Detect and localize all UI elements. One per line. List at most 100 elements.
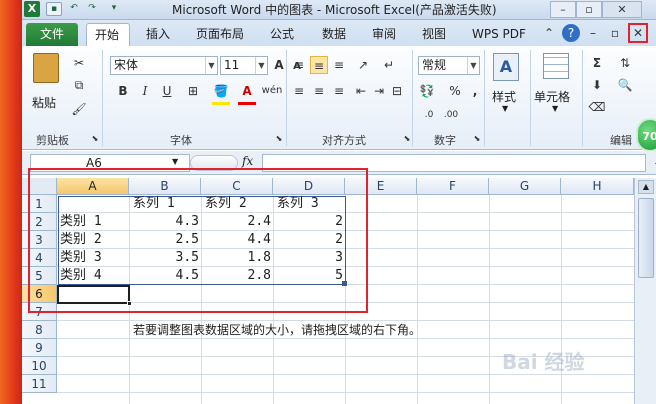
column-header-a[interactable]: A [57,178,129,195]
column-header-b[interactable]: B [129,178,201,195]
tab-page-layout[interactable]: 页面布局 [188,23,252,46]
formula-handle[interactable] [190,155,238,171]
row-header[interactable]: 7 [22,303,57,321]
align-left-icon[interactable]: ≡ [290,82,308,100]
scroll-up-arrow[interactable]: ▲ [638,180,654,194]
font-color-icon[interactable]: A [238,82,256,100]
orientation-icon[interactable]: ↗ [354,56,372,74]
row-header[interactable]: 5 [22,267,57,285]
row-header[interactable]: 9 [22,339,57,357]
chevron-down-icon[interactable]: ▼ [255,57,267,74]
column-header-g[interactable]: G [489,178,561,195]
row-header[interactable]: 4 [22,249,57,267]
row-header[interactable]: 1 [22,195,57,213]
sort-filter-icon[interactable]: ⇅ [616,54,634,72]
format-painter-icon[interactable]: 🖌 [70,100,88,118]
active-cell[interactable] [57,285,130,304]
row-header[interactable]: 10 [22,357,57,375]
border-icon[interactable]: ⊞ [184,82,202,100]
tab-formulas[interactable]: 公式 [262,23,302,46]
increase-indent-icon[interactable]: ⇥ [370,82,388,100]
scroll-thumb[interactable] [638,198,654,278]
tab-home[interactable]: 开始 [86,23,130,46]
font-name-combo[interactable]: 宋体 ▼ [110,56,218,75]
chevron-down-icon[interactable]: ▼ [467,57,479,74]
paste-button[interactable] [28,52,64,100]
value-cell[interactable]: 2 [273,213,345,231]
font-size-combo[interactable]: 11 ▼ [220,56,268,75]
number-format-combo[interactable]: 常规 ▼ [418,56,480,75]
doc-minimize-icon[interactable]: – [584,24,602,42]
help-icon[interactable]: ? [562,24,580,42]
column-header-h[interactable]: H [561,178,634,195]
row-header[interactable]: 11 [22,375,57,393]
value-cell[interactable]: 4.4 [201,231,273,249]
spreadsheet-grid[interactable]: A B C D E F G H 1 2 3 4 5 6 7 8 9 10 11 … [22,168,634,404]
increase-decimal-icon[interactable]: .0 [420,106,438,124]
currency-icon[interactable]: 💱 [418,82,436,100]
save-icon[interactable]: ▪ [46,2,62,16]
fill-handle[interactable] [127,301,132,306]
autosum-icon[interactable]: Σ [588,54,606,72]
merge-center-icon[interactable]: ⊟ [388,82,406,100]
value-cell[interactable]: 2.4 [201,213,273,231]
value-cell[interactable]: 5 [273,267,345,285]
category-cell[interactable]: 类别 3 [58,249,129,267]
italic-button[interactable]: I [136,82,154,100]
expand-formula-icon[interactable]: ⌄ [648,154,656,172]
name-box[interactable]: A6 [30,154,190,172]
row-header[interactable]: 2 [22,213,57,231]
copy-icon[interactable]: ⧉ [70,76,88,94]
excel-app-icon[interactable]: X [24,1,40,17]
fill-down-icon[interactable]: ⬇ [588,76,606,94]
doc-restore-icon[interactable]: ▫ [606,24,624,42]
row-header[interactable]: 3 [22,231,57,249]
alignment-launcher-icon[interactable]: ⬊ [398,130,416,148]
percent-button[interactable]: % [446,82,464,100]
fill-color-icon[interactable]: 🪣 [212,82,230,100]
tab-file[interactable]: 文件 [26,23,78,46]
row-header[interactable]: 6 [22,285,57,303]
series-header[interactable]: 系列 3 [275,195,345,213]
insert-function-icon[interactable]: fx [242,154,253,168]
decrease-decimal-icon[interactable]: .00 [442,106,460,124]
series-header[interactable]: 系列 2 [203,195,273,213]
value-cell[interactable]: 4.3 [129,213,201,231]
vertical-scrollbar[interactable]: ▲ [634,178,656,404]
find-select-icon[interactable]: 🔍 [616,76,634,94]
series-header[interactable]: 系列 1 [131,195,201,213]
qat-dropdown-icon[interactable]: ▾ [106,2,122,16]
bold-button[interactable]: B [114,82,132,100]
category-cell[interactable]: 类别 2 [58,231,129,249]
column-header-d[interactable]: D [273,178,345,195]
value-cell[interactable]: 3 [273,249,345,267]
doc-close-icon[interactable]: ✕ [628,23,648,43]
chevron-down-icon[interactable]: ▼ [552,104,558,113]
tab-wps-pdf[interactable]: WPS PDF [464,23,534,46]
redo-icon[interactable]: ↷ [84,2,100,16]
restore-button[interactable]: ▫ [576,1,602,18]
undo-icon[interactable]: ↶ [66,2,82,16]
select-all-corner[interactable] [22,178,57,195]
category-cell[interactable]: 类别 1 [58,213,129,231]
instruction-note[interactable]: 若要调整图表数据区域的大小，请拖拽区域的右下角。 [131,321,551,339]
collapse-ribbon-icon[interactable]: ⌃ [540,24,558,42]
value-cell[interactable]: 1.8 [201,249,273,267]
value-cell[interactable]: 2 [273,231,345,249]
cut-icon[interactable]: ✂ [70,54,88,72]
tab-review[interactable]: 审阅 [364,23,404,46]
align-center-icon[interactable]: ≡ [310,82,328,100]
value-cell[interactable]: 3.5 [129,249,201,267]
phonetic-icon[interactable]: wén [258,82,286,100]
clear-icon[interactable]: ⌫ [588,98,606,116]
tab-view[interactable]: 视图 [414,23,454,46]
formula-input[interactable] [262,154,646,172]
value-cell[interactable]: 2.5 [129,231,201,249]
align-right-icon[interactable]: ≡ [330,82,348,100]
close-window-button[interactable]: ✕ [602,1,642,18]
align-top-icon[interactable]: ≡ [290,56,308,74]
decrease-indent-icon[interactable]: ⇤ [352,82,370,100]
column-header-c[interactable]: C [201,178,273,195]
column-header-f[interactable]: F [417,178,489,195]
tab-data[interactable]: 数据 [314,23,354,46]
